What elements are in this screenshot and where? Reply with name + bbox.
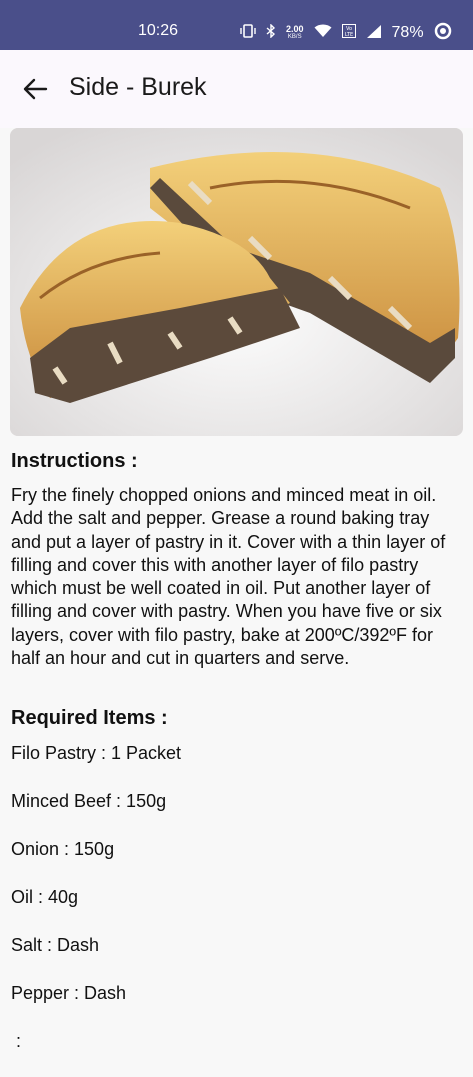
app-bar: Side - Burek bbox=[0, 50, 473, 128]
status-icons: 2.00 KB/S Vo LTE 78% bbox=[240, 22, 452, 43]
list-item: Salt : Dash bbox=[11, 935, 100, 955]
list-item: Filo Pastry : 1 Packet bbox=[11, 743, 182, 763]
speed-value: 2.00 bbox=[286, 23, 304, 34]
wifi-icon bbox=[314, 24, 332, 41]
bluetooth-icon bbox=[266, 23, 276, 41]
required-items-heading: Required Items : bbox=[11, 707, 168, 729]
status-bar: 10:26 2.00 KB/S Vo LTE 78% bbox=[0, 0, 473, 50]
list-item: Oil : 40g bbox=[11, 887, 79, 907]
list-item: : bbox=[11, 1031, 22, 1051]
speed-unit: KB/S bbox=[287, 33, 302, 40]
svg-text:LTE: LTE bbox=[344, 32, 352, 38]
instructions-heading: Instructions : bbox=[11, 450, 138, 472]
arrow-left-icon[interactable] bbox=[20, 74, 50, 104]
network-speed: 2.00 KB/S bbox=[286, 23, 304, 41]
volte-icon: Vo LTE bbox=[341, 24, 356, 41]
instructions-text: Fry the finely chopped onions and minced… bbox=[11, 485, 446, 669]
signal-icon bbox=[366, 24, 382, 41]
list-item: Pepper : Dash bbox=[11, 983, 127, 1003]
recipe-image bbox=[10, 128, 463, 436]
vibrate-icon bbox=[240, 24, 256, 41]
battery-icon bbox=[434, 22, 452, 43]
battery-percent: 78% bbox=[391, 23, 424, 41]
status-time: 10:26 bbox=[138, 22, 179, 39]
page-title: Side - Burek bbox=[69, 73, 207, 101]
list-item: Onion : 150g bbox=[11, 839, 115, 859]
list-item: Minced Beef : 150g bbox=[11, 791, 167, 811]
required-items-list: Filo Pastry : 1 Packet Minced Beef : 150… bbox=[11, 741, 461, 1077]
